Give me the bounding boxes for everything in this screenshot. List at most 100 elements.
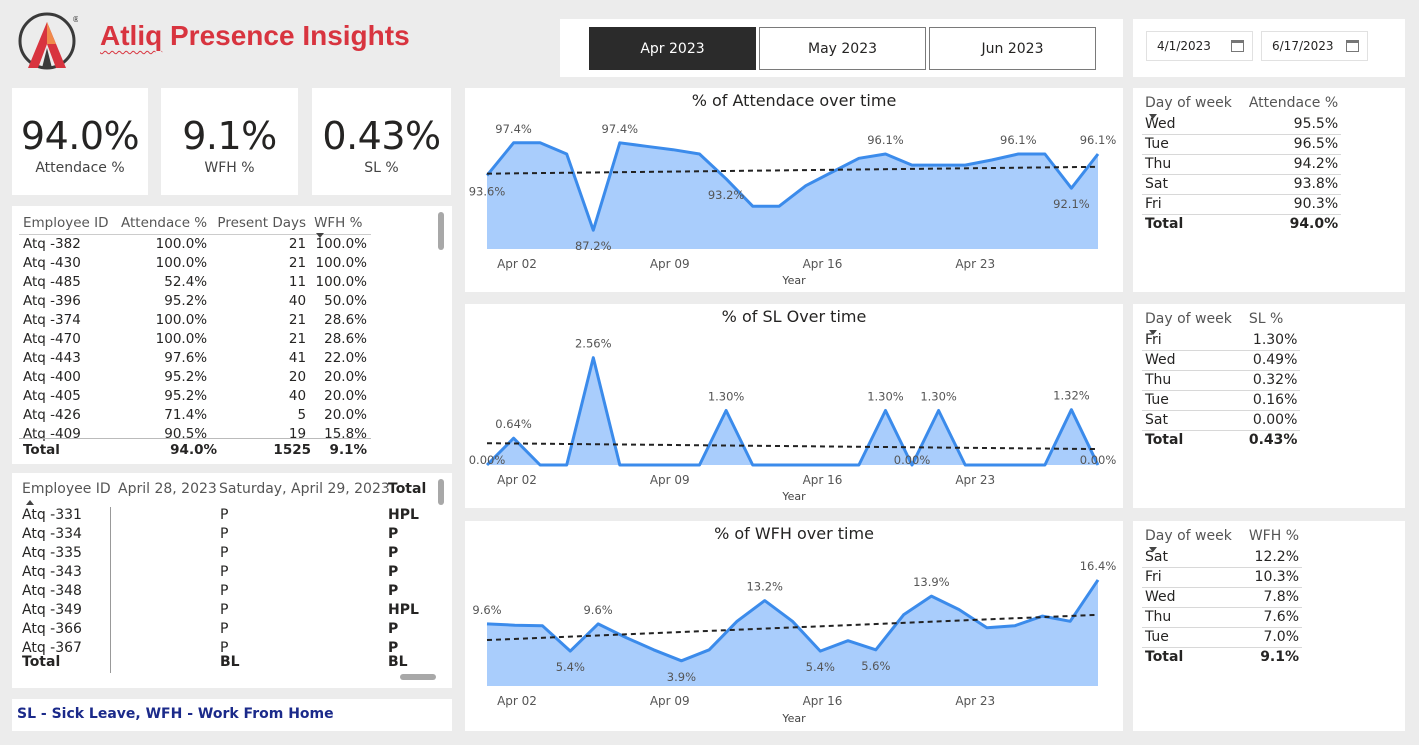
x-tick-label: Apr 09: [650, 473, 690, 487]
attendance-area-chart[interactable]: 93.6% 97.4% 87.2% 97.4% 93.2% 96.1% 96.1% 92.1%…: [465, 88, 1123, 292]
matrix-scrollbar-v[interactable]: [438, 479, 444, 505]
dow-col-day[interactable]: Day of week: [1142, 94, 1246, 119]
col-header-wfh[interactable]: WFH %: [310, 212, 371, 238]
dow-col-day[interactable]: Day of week: [1142, 527, 1246, 552]
wfh-area-chart[interactable]: 9.6% 5.4% 9.6% 3.9% 13.2% 5.4% 5.6% 13.9% 16.4% A…: [465, 521, 1123, 731]
table-row[interactable]: Atq -430 100.0% 21 100.0%: [19, 253, 371, 272]
cell-attendance: 100.0%: [155, 254, 208, 271]
dow-row[interactable]: Fri 1.30%: [1142, 330, 1301, 351]
matrix-col-employee-id[interactable]: Employee ID: [22, 481, 111, 497]
app-title-part1: Atliq: [100, 20, 163, 51]
table-row[interactable]: Atq -400 95.2% 20 20.0%: [19, 367, 371, 386]
matrix-col-apr28[interactable]: April 28, 2023: [118, 481, 217, 497]
matrix-col-total[interactable]: Total: [388, 481, 426, 497]
dow-row[interactable]: Wed 0.49%: [1142, 350, 1301, 371]
sort-desc-icon: [1149, 330, 1157, 335]
dow-row[interactable]: Thu 7.6%: [1142, 607, 1303, 628]
table-row[interactable]: Atq -470 100.0% 21 28.6%: [19, 329, 371, 348]
dow-row[interactable]: Thu 0.32%: [1142, 370, 1301, 391]
end-date-input[interactable]: 6/17/2023: [1261, 31, 1368, 61]
x-tick-label: Apr 09: [650, 694, 690, 708]
dow-row[interactable]: Tue 0.16%: [1142, 390, 1301, 411]
matrix-row[interactable]: Atq -343 P P: [22, 564, 427, 583]
tab-may-2023[interactable]: May 2023: [759, 27, 926, 70]
data-label: 97.4%: [602, 122, 639, 136]
dow-value: 7.6%: [1245, 607, 1303, 628]
table-row[interactable]: Atq -374 100.0% 21 28.6%: [19, 310, 371, 329]
dow-total-value: 0.43%: [1248, 432, 1298, 449]
start-date-input[interactable]: 4/1/2023: [1146, 31, 1253, 61]
dow-col-day-label: Day of week: [1145, 95, 1232, 111]
kpi-card-attendance: 94.0% Attendace %: [12, 88, 148, 195]
cell-wfh: 100.0%: [315, 273, 367, 290]
end-date-value: 6/17/2023: [1272, 39, 1334, 53]
data-label: 0.00%: [894, 453, 931, 467]
dow-row[interactable]: Sat 0.00%: [1142, 410, 1301, 431]
employee-table-total: Total 94.0% 1525 9.1%: [19, 438, 371, 461]
dow-row[interactable]: Tue 96.5%: [1142, 134, 1342, 155]
atliq-logo-icon: ®: [18, 12, 78, 70]
table-row[interactable]: Atq -405 95.2% 40 20.0%: [19, 386, 371, 405]
table-row[interactable]: Atq -485 52.4% 11 100.0%: [19, 272, 371, 291]
dow-day: Thu: [1142, 154, 1246, 175]
data-label: 96.1%: [1080, 133, 1117, 147]
calendar-icon[interactable]: [1346, 40, 1359, 52]
data-label: 3.9%: [667, 670, 696, 684]
matrix-row[interactable]: Atq -335 P P: [22, 545, 427, 564]
col-header-present-days[interactable]: Present Days: [211, 212, 310, 234]
dow-row[interactable]: Sat 93.8%: [1142, 174, 1342, 195]
data-label: 9.6%: [583, 603, 612, 617]
matrix-col-apr29[interactable]: Saturday, April 29, 2023: [219, 481, 390, 497]
table-row[interactable]: Atq -426 71.4% 5 20.0%: [19, 405, 371, 424]
matrix-cell-total: P: [388, 564, 399, 580]
matrix-row[interactable]: Atq -331 P HPL: [22, 507, 427, 526]
wfh-chart-panel: % of WFH over time 9.6% 5.4% 9.6% 3.9% 13.2%…: [465, 521, 1123, 731]
tab-jun-2023[interactable]: Jun 2023: [929, 27, 1096, 70]
table-row[interactable]: Atq -443 97.6% 41 22.0%: [19, 348, 371, 367]
cell-attendance: 95.2%: [164, 368, 208, 385]
col-header-attendance[interactable]: Attendace %: [115, 212, 211, 234]
dow-row[interactable]: Thu 94.2%: [1142, 154, 1342, 175]
data-label: 16.4%: [1080, 559, 1117, 573]
matrix-row[interactable]: Atq -348 P P: [22, 583, 427, 602]
dow-row[interactable]: Fri 90.3%: [1142, 194, 1342, 215]
dow-day: Wed: [1142, 114, 1246, 135]
cell-attendance: 95.2%: [164, 387, 208, 404]
dow-value: 95.5%: [1245, 114, 1342, 135]
matrix-row[interactable]: Atq -349 P HPL: [22, 602, 427, 621]
dow-row[interactable]: Wed 95.5%: [1142, 114, 1342, 135]
x-tick-label: Apr 23: [955, 694, 995, 708]
cell-employee-id: Atq -470: [23, 330, 81, 347]
matrix-row[interactable]: Atq -334 P P: [22, 526, 427, 545]
dow-col-value[interactable]: Attendace %: [1246, 94, 1341, 114]
calendar-icon[interactable]: [1231, 40, 1244, 52]
dow-total-label: Total: [1145, 649, 1184, 666]
kpi-value: 0.43%: [322, 114, 441, 158]
kpi-card-sl: 0.43% SL %: [312, 88, 451, 195]
sort-asc-icon: [26, 500, 34, 505]
dow-col-day[interactable]: Day of week: [1142, 310, 1246, 335]
dow-row[interactable]: Fri 10.3%: [1142, 567, 1303, 588]
dow-day: Fri: [1142, 194, 1246, 215]
dow-day: Tue: [1142, 134, 1246, 155]
cell-wfh: 20.0%: [324, 368, 367, 385]
dow-col-value[interactable]: SL %: [1246, 310, 1301, 330]
matrix-scrollbar-h[interactable]: [400, 674, 436, 680]
matrix-cell-apr29: P: [220, 564, 229, 580]
table-scrollbar[interactable]: [438, 212, 444, 250]
dow-row[interactable]: Tue 7.0%: [1142, 627, 1303, 648]
data-label: 5.4%: [806, 660, 835, 674]
dow-col-value[interactable]: WFH %: [1246, 527, 1302, 547]
tab-apr-2023[interactable]: Apr 2023: [589, 27, 756, 70]
col-header-employee-id[interactable]: Employee ID: [19, 212, 115, 234]
table-row[interactable]: Atq -396 95.2% 40 50.0%: [19, 291, 371, 310]
data-label: 1.30%: [867, 390, 904, 404]
dow-row[interactable]: Wed 7.8%: [1142, 587, 1303, 608]
matrix-cell-apr29: P: [220, 583, 229, 599]
cell-present-days: 21: [288, 235, 307, 252]
dow-row[interactable]: Sat 12.2%: [1142, 547, 1303, 568]
cell-present-days: 21: [288, 254, 307, 271]
sl-area-chart[interactable]: 0.00% 0.64% 2.56% 1.30% 1.30% 0.00% 1.30% 1.32%…: [465, 304, 1123, 508]
data-label: 0.64%: [495, 417, 532, 431]
matrix-row[interactable]: Atq -366 P P: [22, 621, 427, 640]
